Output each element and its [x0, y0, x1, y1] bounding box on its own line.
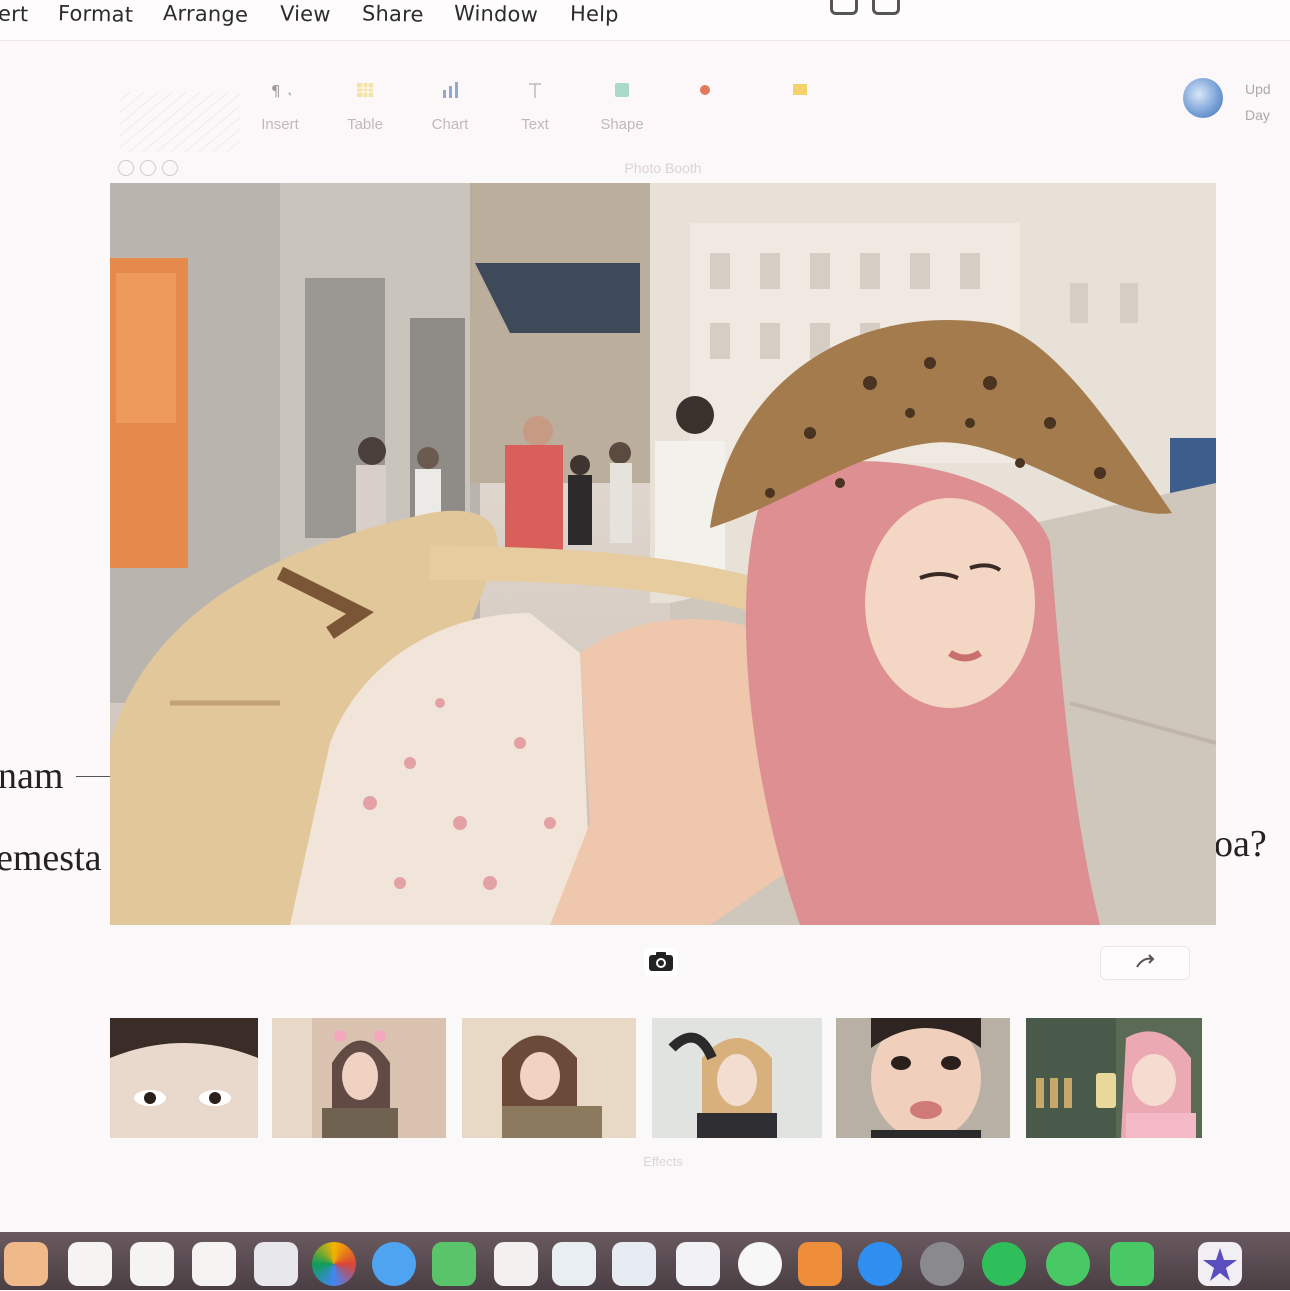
music-icon[interactable]: [738, 1242, 782, 1286]
comment-icon: [793, 84, 807, 95]
whatsapp-icon[interactable]: [1046, 1242, 1090, 1286]
numbers-icon[interactable]: [552, 1242, 596, 1286]
photo-thumbnail[interactable]: [652, 1018, 822, 1138]
text-button[interactable]: Text: [500, 80, 570, 133]
share-button[interactable]: [1100, 946, 1190, 980]
ruler-decoration: [120, 92, 240, 152]
text-icon: [529, 83, 541, 98]
account-line-1: Upd: [1245, 81, 1271, 97]
insert-label: Insert: [261, 116, 299, 133]
facetime-icon[interactable]: [432, 1242, 476, 1286]
effects-caption[interactable]: Effects: [110, 1154, 1216, 1169]
photo-thumbnail[interactable]: [1026, 1018, 1202, 1138]
status-icon[interactable]: [830, 0, 858, 15]
photo-thumbnail[interactable]: [462, 1018, 636, 1138]
star-icon[interactable]: [1198, 1242, 1242, 1286]
account-text: Upd Day: [1245, 76, 1271, 128]
table-button[interactable]: Table: [330, 80, 400, 133]
share-arrow-icon: [1136, 954, 1155, 968]
menu-arrange[interactable]: Arrange: [163, 1, 249, 27]
table-icon: [357, 83, 373, 97]
media-icon: [700, 85, 710, 95]
menu-view[interactable]: View: [280, 1, 331, 26]
account-line-2: Day: [1245, 107, 1270, 123]
chart-label: Chart: [431, 116, 469, 133]
menu-insert[interactable]: ert: [0, 2, 29, 27]
menu-bar: ert Format Arrange View Share Window Hel…: [0, 0, 1290, 41]
photo-thumbnail[interactable]: [836, 1018, 1010, 1138]
photo-thumbnail[interactable]: [110, 1018, 258, 1138]
chart-icon: [443, 82, 458, 98]
media-button[interactable]: [670, 80, 740, 100]
spotify-icon[interactable]: [982, 1242, 1026, 1286]
camera-icon: [649, 952, 673, 971]
shape-label: Shape: [600, 116, 644, 133]
svg-text:¶ ⌄: ¶ ⌄: [271, 82, 291, 100]
status-icons: [820, 0, 1290, 18]
app-store-icon[interactable]: [858, 1242, 902, 1286]
document-rule: [76, 776, 114, 777]
window-title: Photo Booth: [624, 160, 702, 176]
textedit-icon[interactable]: [676, 1242, 720, 1286]
main-photo: [110, 183, 1216, 925]
pages-icon[interactable]: [192, 1242, 236, 1286]
messages-icon[interactable]: [372, 1242, 416, 1286]
street-portrait-image: [110, 183, 1216, 925]
document-fragment: oa?: [1214, 823, 1267, 865]
shape-icon: [615, 83, 629, 97]
camera-button[interactable]: [644, 948, 678, 976]
document-fragment: emesta: [0, 837, 102, 879]
photo-strip: [110, 1018, 1216, 1138]
comment-button[interactable]: [765, 80, 835, 100]
menu-window[interactable]: Window: [454, 1, 538, 27]
table-label: Table: [347, 116, 383, 133]
keynote-icon[interactable]: [612, 1242, 656, 1286]
notes-icon[interactable]: [4, 1242, 48, 1286]
dock: [0, 1232, 1290, 1290]
insert-button[interactable]: ¶ ⌄ Insert: [245, 80, 315, 133]
preview-icon[interactable]: [494, 1242, 538, 1286]
document-fragment: nam: [0, 755, 64, 797]
photos-icon[interactable]: [312, 1242, 356, 1286]
reminders-icon[interactable]: [130, 1242, 174, 1286]
text-label: Text: [521, 116, 549, 133]
account-avatar[interactable]: [1183, 78, 1223, 118]
toolbar: ¶ ⌄ Insert Table Chart Text Shape Upd Da…: [115, 70, 1290, 160]
line-icon[interactable]: [1110, 1242, 1154, 1286]
photo-booth-window: Photo Booth Effects: [110, 158, 1216, 1188]
photo-thumbnail[interactable]: [272, 1018, 446, 1138]
calendar-icon[interactable]: [68, 1242, 112, 1286]
menu-format[interactable]: Format: [58, 1, 134, 27]
menu-help[interactable]: Help: [570, 1, 619, 26]
settings-icon[interactable]: [920, 1242, 964, 1286]
shape-button[interactable]: Shape: [587, 80, 657, 133]
menu-share[interactable]: Share: [362, 1, 424, 26]
contacts-icon[interactable]: [254, 1242, 298, 1286]
books-icon[interactable]: [798, 1242, 842, 1286]
status-icon[interactable]: [872, 0, 900, 15]
chart-button[interactable]: Chart: [415, 80, 485, 133]
paragraph-icon: ¶ ⌄: [271, 82, 291, 100]
